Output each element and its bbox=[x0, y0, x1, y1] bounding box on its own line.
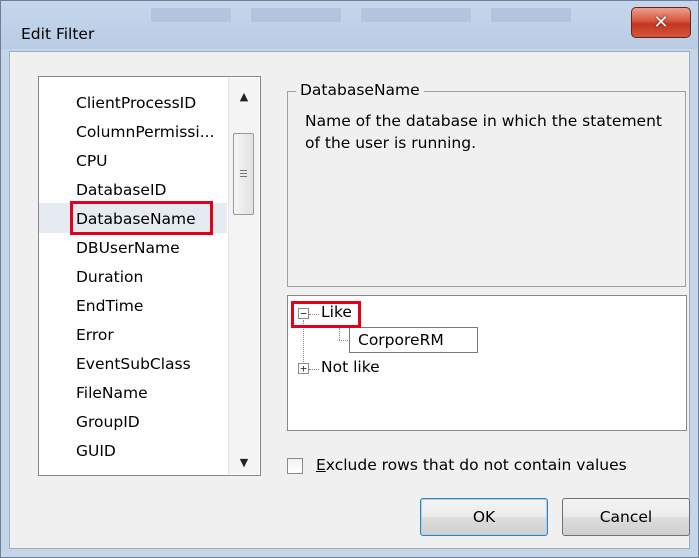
tree-connector bbox=[339, 328, 340, 340]
list-item[interactable]: ClientProcessID bbox=[76, 91, 196, 115]
tree-connector bbox=[339, 340, 348, 341]
list-item[interactable]: CPU bbox=[76, 149, 108, 173]
tree-connector bbox=[309, 369, 319, 370]
annotation-highlight-like bbox=[291, 301, 361, 328]
grip-icon bbox=[240, 173, 247, 174]
close-button[interactable]: ✕ bbox=[631, 7, 691, 38]
access-key: E bbox=[316, 456, 326, 474]
exclude-rows-label-text: xclude rows that do not contain values bbox=[325, 456, 627, 474]
like-value-input[interactable]: CorporeRM bbox=[349, 327, 478, 353]
vertical-scrollbar[interactable]: ▲ ▼ bbox=[228, 78, 259, 474]
grip-icon bbox=[240, 170, 247, 171]
cancel-button[interactable]: Cancel bbox=[562, 498, 690, 536]
scroll-down-icon[interactable]: ▼ bbox=[235, 456, 253, 470]
annotation-highlight-databasename bbox=[70, 201, 213, 235]
list-item[interactable]: EndTime bbox=[76, 294, 143, 318]
exclude-rows-checkbox[interactable] bbox=[287, 458, 303, 474]
close-icon: ✕ bbox=[653, 12, 669, 33]
grip-icon bbox=[240, 176, 247, 177]
window-title: Edit Filter bbox=[21, 25, 95, 43]
title-bar[interactable]: Edit Filter ✕ bbox=[1, 1, 698, 53]
background-window-ghost bbox=[491, 8, 571, 22]
tree-node-not-like[interactable]: Not like bbox=[321, 358, 380, 376]
ok-button[interactable]: OK bbox=[420, 498, 548, 536]
list-item[interactable]: EventSubClass bbox=[76, 352, 191, 376]
background-window-ghost bbox=[251, 8, 341, 22]
list-item[interactable]: Error bbox=[76, 323, 114, 347]
description-title: DatabaseName bbox=[296, 81, 424, 99]
list-item[interactable]: Duration bbox=[76, 265, 143, 289]
expand-icon[interactable]: + bbox=[298, 363, 309, 374]
description-text: Name of the database in which the statem… bbox=[305, 112, 662, 152]
exclude-rows-label[interactable]: Exclude rows that do not contain values bbox=[316, 456, 627, 474]
list-item[interactable]: ColumnPermissi... bbox=[76, 120, 214, 144]
scroll-thumb[interactable] bbox=[233, 133, 254, 215]
background-window-ghost bbox=[151, 8, 231, 22]
list-item[interactable]: DBUserName bbox=[76, 236, 180, 260]
scroll-up-icon[interactable]: ▲ bbox=[235, 90, 253, 104]
list-item[interactable]: FileName bbox=[76, 381, 148, 405]
list-item[interactable]: GUID bbox=[76, 439, 116, 463]
background-window-ghost bbox=[361, 8, 471, 22]
list-item[interactable]: GroupID bbox=[76, 410, 140, 434]
list-item[interactable]: DatabaseID bbox=[76, 178, 166, 202]
